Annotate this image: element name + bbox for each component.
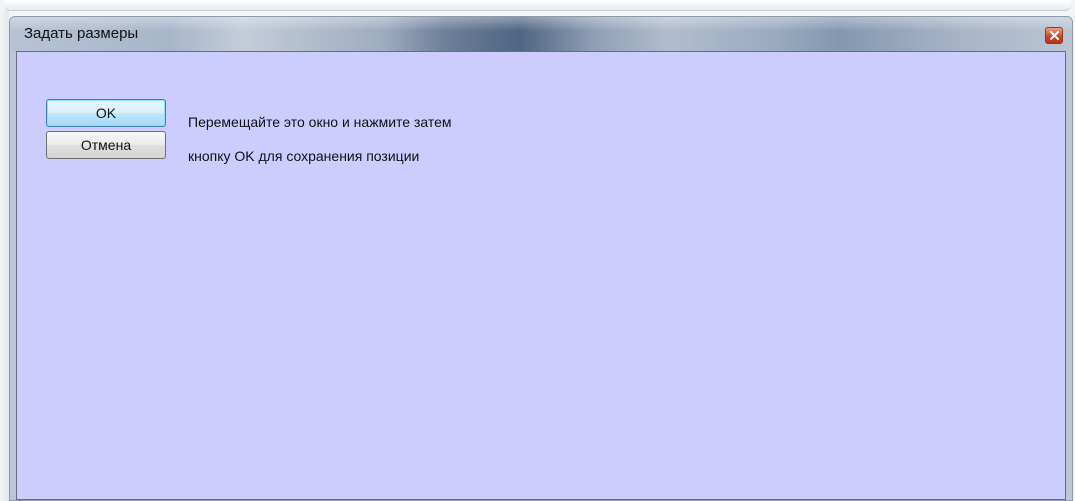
app-window: Задать размеры OK Отмена Перемещайте это… bbox=[0, 0, 1075, 501]
close-button[interactable] bbox=[1045, 27, 1063, 44]
close-icon bbox=[1049, 31, 1059, 40]
background-window-edge bbox=[4, 0, 1071, 11]
instruction-line-1: Перемещайте это окно и нажмите затем bbox=[188, 114, 452, 130]
ok-button[interactable]: OK bbox=[46, 99, 166, 127]
dialog-client-area: OK Отмена Перемещайте это окно и нажмите… bbox=[16, 51, 1066, 500]
cancel-button[interactable]: Отмена bbox=[46, 131, 166, 159]
instruction-text: Перемещайте это окно и нажмите затем кно… bbox=[188, 97, 608, 182]
instruction-line-2: кнопку OK для сохранения позиции bbox=[188, 148, 420, 164]
dialog-window[interactable]: Задать размеры OK Отмена Перемещайте это… bbox=[9, 16, 1073, 501]
window-title: Задать размеры bbox=[24, 25, 139, 42]
background-edge bbox=[0, 10, 9, 501]
title-bar[interactable]: Задать размеры bbox=[10, 17, 1072, 51]
